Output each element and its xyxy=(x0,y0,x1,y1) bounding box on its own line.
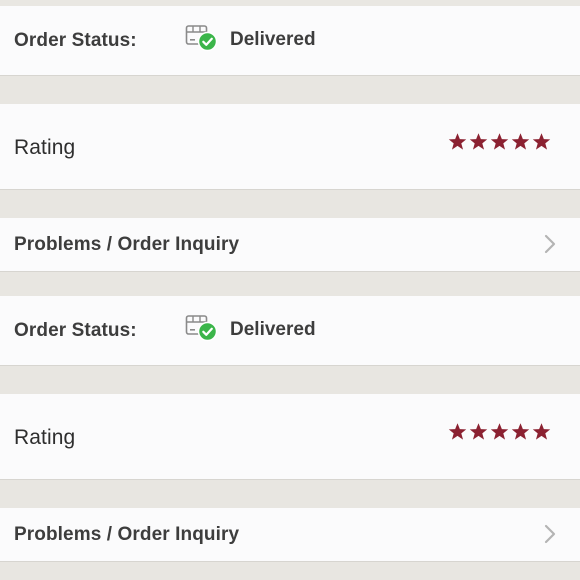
star-icon xyxy=(511,133,530,150)
order-status-value: Delivered xyxy=(230,29,316,50)
order-status-value: Delivered xyxy=(230,319,316,340)
order-inquiry-label: Problems / Order Inquiry xyxy=(14,234,240,255)
package-delivered-icon xyxy=(185,315,218,342)
star-icon xyxy=(490,133,509,150)
order-status-row: Order Status: Delivered xyxy=(0,6,580,76)
rating-label: Rating xyxy=(14,426,76,449)
rating-row: Rating xyxy=(0,394,580,480)
rating-row: Rating xyxy=(0,104,580,190)
chevron-right-icon xyxy=(544,234,556,254)
order-inquiry-label: Problems / Order Inquiry xyxy=(14,524,240,545)
order-inquiry-row[interactable]: Problems / Order Inquiry xyxy=(0,508,580,562)
order-status-row: Order Status: Delivered xyxy=(0,296,580,366)
star-icon xyxy=(469,423,488,440)
star-icon xyxy=(448,423,467,440)
rating-stars xyxy=(448,132,551,151)
order-status-label: Order Status: xyxy=(14,30,137,51)
chevron-right-icon xyxy=(544,524,556,544)
star-icon xyxy=(469,133,488,150)
rating-label: Rating xyxy=(14,136,76,159)
star-icon xyxy=(490,423,509,440)
order-inquiry-row[interactable]: Problems / Order Inquiry xyxy=(0,218,580,272)
order-status-label: Order Status: xyxy=(14,320,137,341)
star-icon xyxy=(532,423,551,440)
package-delivered-icon xyxy=(185,25,218,52)
star-icon xyxy=(511,423,530,440)
star-icon xyxy=(448,133,467,150)
order-detail-screen: { "sections": [ { "status": { "label": "… xyxy=(0,0,580,580)
rating-stars xyxy=(448,422,551,441)
star-icon xyxy=(532,133,551,150)
